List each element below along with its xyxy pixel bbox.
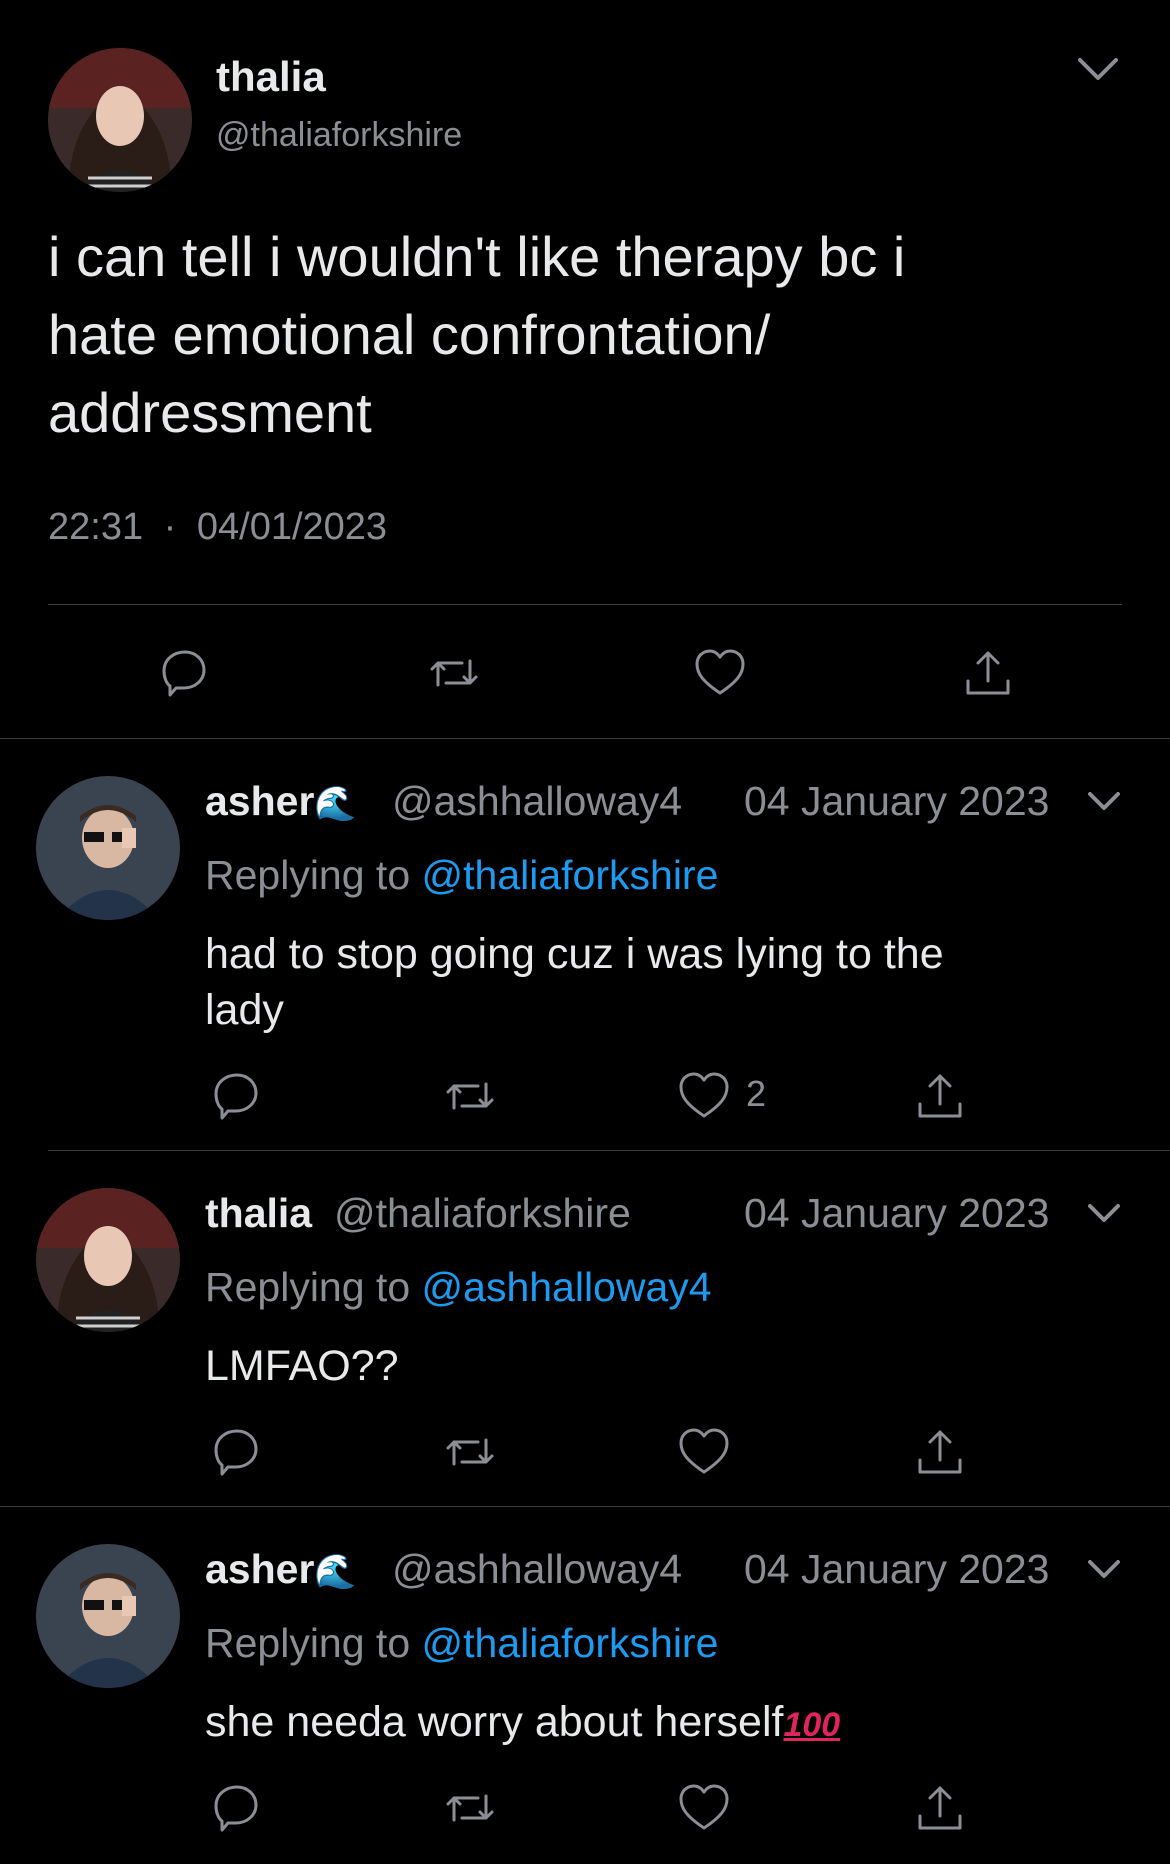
- share-icon[interactable]: [912, 1424, 968, 1480]
- reply-author-handle[interactable]: @thaliaforkshire: [334, 1190, 631, 1237]
- reply-icon[interactable]: [156, 645, 212, 701]
- replying-prefix: Replying to: [205, 1620, 411, 1666]
- like-count: 2: [746, 1073, 767, 1114]
- author-handle[interactable]: @thaliaforkshire: [216, 116, 462, 155]
- like-icon[interactable]: [676, 1424, 732, 1480]
- divider: [48, 1150, 1170, 1151]
- reply-text-line: LMFAO??: [205, 1342, 399, 1390]
- reply-author-handle[interactable]: @ashhalloway4: [392, 778, 682, 825]
- timestamp-separator: ·: [163, 506, 177, 548]
- reply-text-line: had to stop going cuz i was lying to the: [205, 930, 944, 978]
- tweet-date: 04/01/2023: [196, 506, 388, 548]
- reply-author-name[interactable]: asher🌊: [205, 778, 357, 825]
- replying-prefix: Replying to: [205, 1264, 411, 1310]
- reply-text-line: lady: [205, 986, 284, 1034]
- replying-to-link[interactable]: @thaliaforkshire: [422, 1620, 719, 1666]
- divider: [48, 604, 1122, 605]
- chevron-down-icon[interactable]: [1084, 1198, 1124, 1228]
- chevron-down-icon[interactable]: [1084, 1554, 1124, 1584]
- reply-text: had to stop going cuz i was lying to the…: [205, 926, 1125, 1038]
- wave-emoji: 🌊: [314, 1553, 357, 1591]
- tweet-text-line: i can tell i wouldn't like therapy bc i: [48, 225, 906, 288]
- like-icon[interactable]: [676, 1068, 732, 1124]
- replying-to: Replying to @thaliaforkshire: [205, 852, 718, 899]
- retweet-icon[interactable]: [440, 1780, 500, 1836]
- reply-date[interactable]: 04 January 2023: [744, 1190, 1049, 1237]
- chevron-down-icon[interactable]: [1084, 786, 1124, 816]
- reply-author-name[interactable]: thalia: [205, 1190, 312, 1237]
- reply-date[interactable]: 04 January 2023: [744, 1546, 1049, 1593]
- replying-to-link[interactable]: @ashhalloway4: [422, 1264, 712, 1310]
- divider: [0, 738, 1170, 739]
- avatar-asher[interactable]: [36, 1544, 180, 1688]
- divider: [0, 1506, 1170, 1507]
- hundred-points-emoji: 100: [783, 1706, 841, 1744]
- replying-to-link[interactable]: @thaliaforkshire: [422, 852, 719, 898]
- tweet-timestamp[interactable]: 22:31 · 04/01/2023: [48, 506, 387, 549]
- replying-prefix: Replying to: [205, 852, 411, 898]
- reply-text-line: she needa worry about herself: [205, 1698, 784, 1746]
- tweet-time: 22:31: [48, 506, 144, 548]
- wave-emoji: 🌊: [314, 785, 357, 823]
- tweet-text-line: hate emotional confrontation/: [48, 303, 771, 366]
- like-icon[interactable]: [676, 1780, 732, 1836]
- tweet-text-line: addressment: [48, 381, 372, 444]
- share-icon[interactable]: [912, 1780, 968, 1836]
- retweet-icon[interactable]: [424, 645, 484, 701]
- reply-name-text: asher: [205, 1546, 315, 1592]
- reply-date[interactable]: 04 January 2023: [744, 778, 1049, 825]
- reply-icon[interactable]: [208, 1424, 264, 1480]
- chevron-down-icon[interactable]: [1074, 52, 1122, 86]
- share-icon[interactable]: [912, 1068, 968, 1124]
- reply-author-handle[interactable]: @ashhalloway4: [392, 1546, 682, 1593]
- author-name[interactable]: thalia: [216, 53, 326, 101]
- reply-author-name[interactable]: asher🌊: [205, 1546, 357, 1593]
- replying-to: Replying to @ashhalloway4: [205, 1264, 712, 1311]
- reply-text: she needa worry about herself100: [205, 1694, 1145, 1753]
- avatar-asher[interactable]: [36, 776, 180, 920]
- tweet-text: i can tell i wouldn't like therapy bc i …: [48, 218, 1128, 452]
- avatar-thalia[interactable]: [48, 48, 192, 192]
- reply-name-text: asher: [205, 778, 315, 824]
- avatar-thalia[interactable]: [36, 1188, 180, 1332]
- reply-icon[interactable]: [208, 1068, 264, 1124]
- reply-text: LMFAO??: [205, 1338, 1125, 1394]
- reply-icon[interactable]: [208, 1780, 264, 1836]
- replying-to: Replying to @thaliaforkshire: [205, 1620, 718, 1667]
- like-icon[interactable]: [692, 645, 748, 701]
- retweet-icon[interactable]: [440, 1068, 500, 1124]
- share-icon[interactable]: [960, 645, 1016, 701]
- retweet-icon[interactable]: [440, 1424, 500, 1480]
